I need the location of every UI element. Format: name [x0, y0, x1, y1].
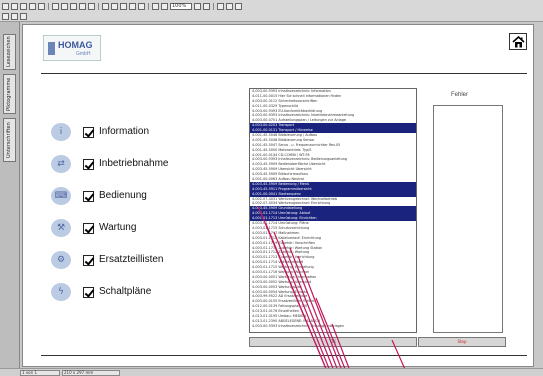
home-icon	[511, 35, 525, 47]
home-button[interactable]	[509, 33, 527, 50]
menu-icon[interactable]	[20, 13, 27, 20]
tools-icon[interactable]	[11, 13, 18, 20]
tab-bookmarks[interactable]: Lesezeichen	[3, 34, 16, 70]
menu-item-inbetriebnahme[interactable]: ⇄ Inbetriebnahme	[51, 155, 169, 173]
parts-icon: ⚙	[51, 251, 71, 269]
toolbar-separator	[148, 3, 149, 10]
tab-signatures[interactable]: Unterschriften	[3, 118, 16, 162]
first-icon[interactable]	[102, 3, 109, 10]
logo-text: HOMAG	[58, 40, 93, 50]
open-icon[interactable]	[11, 3, 18, 10]
fwd-icon[interactable]	[152, 3, 159, 10]
toolbar-separator	[48, 3, 49, 10]
stop-button[interactable]: Stop	[418, 337, 506, 347]
text-icon[interactable]	[203, 3, 210, 10]
page-indicator[interactable]: 1 von 1	[20, 370, 60, 376]
keypad-icon: ⌨	[51, 187, 71, 205]
menu-label: Ersatzteillisten	[99, 254, 164, 265]
schaltplaene-checkbox[interactable]	[83, 286, 94, 298]
wartung-checkbox[interactable]	[83, 222, 94, 234]
toolbar-row-bottom	[2, 12, 27, 21]
back-icon[interactable]	[138, 3, 145, 10]
copy-icon[interactable]	[70, 3, 77, 10]
lightning-icon: ϟ	[51, 283, 71, 301]
print-icon[interactable]	[29, 3, 36, 10]
logo-subtext: GmbH	[76, 51, 91, 57]
document-page: HOMAG GmbH i Information ⇄ Inbetriebnahm…	[22, 24, 534, 367]
toolbar-separator	[213, 3, 214, 10]
prev-icon[interactable]	[111, 3, 118, 10]
inbetriebnahme-checkbox[interactable]	[83, 158, 94, 170]
menu-label: Wartung	[99, 222, 137, 233]
menu-label: Information	[99, 126, 150, 137]
document-listbox[interactable]: 4-003-00-9393 Inhaltsverzeichnis: Inform…	[249, 88, 417, 333]
info-icon: i	[51, 123, 71, 141]
status-bar: 1 von 1 210 x 297 mm	[0, 368, 543, 376]
paste-icon[interactable]	[79, 3, 86, 10]
cut-icon[interactable]	[61, 3, 68, 10]
new-icon[interactable]	[2, 3, 9, 10]
homag-logo: HOMAG GmbH	[43, 35, 101, 61]
undo-icon[interactable]	[88, 3, 95, 10]
tab-thumbnails[interactable]: Piktogramme	[3, 74, 16, 114]
fehler-box	[433, 105, 503, 333]
menu-label: Bedienung	[99, 190, 147, 201]
menu-label: Schaltpläne	[99, 286, 152, 297]
graphic-icon[interactable]	[217, 3, 224, 10]
fehler-label: Fehler	[451, 92, 469, 98]
wrench-icon: ⚒	[51, 219, 71, 237]
hand-icon[interactable]	[2, 13, 9, 20]
select-icon[interactable]	[194, 3, 201, 10]
rotate-icon[interactable]	[161, 3, 168, 10]
menu-item-schaltplaene[interactable]: ϟ Schaltpläne	[51, 283, 151, 301]
mail-icon[interactable]	[38, 3, 45, 10]
toolbar-separator	[98, 3, 99, 10]
navigation-pane: Lesezeichen Piktogramme Unterschriften	[0, 22, 20, 368]
list-item[interactable]: 4-003-00-9393 Inhaltsverzeichnis: Anhang…	[250, 324, 416, 329]
toolbar: 100%	[0, 0, 543, 22]
next-icon[interactable]	[120, 3, 127, 10]
menu-item-information[interactable]: i Information	[51, 123, 149, 141]
find-icon[interactable]	[52, 3, 59, 10]
information-checkbox[interactable]	[83, 126, 94, 138]
save-icon[interactable]	[20, 3, 27, 10]
menu-item-wartung[interactable]: ⚒ Wartung	[51, 219, 136, 237]
bedienung-checkbox[interactable]	[83, 190, 94, 202]
header-divider	[41, 73, 527, 74]
menu-label: Inbetriebnahme	[99, 158, 169, 169]
menu-item-bedienung[interactable]: ⌨ Bedienung	[51, 187, 147, 205]
ersatzteillisten-checkbox[interactable]	[83, 254, 94, 266]
page-size: 210 x 297 mm	[62, 370, 120, 376]
zoom-field[interactable]: 100%	[170, 3, 192, 10]
toolbar-row-top: 100%	[2, 2, 242, 11]
menu-item-ersatzteillisten[interactable]: ⚙ Ersatzteillisten	[51, 251, 163, 269]
footer-divider	[41, 355, 527, 356]
plug-icon: ⇄	[51, 155, 71, 173]
minus-icon[interactable]	[226, 3, 233, 10]
ok-button[interactable]: OK	[249, 337, 417, 347]
plus-icon[interactable]	[235, 3, 242, 10]
logo-mark	[48, 42, 55, 55]
last-icon[interactable]	[129, 3, 136, 10]
